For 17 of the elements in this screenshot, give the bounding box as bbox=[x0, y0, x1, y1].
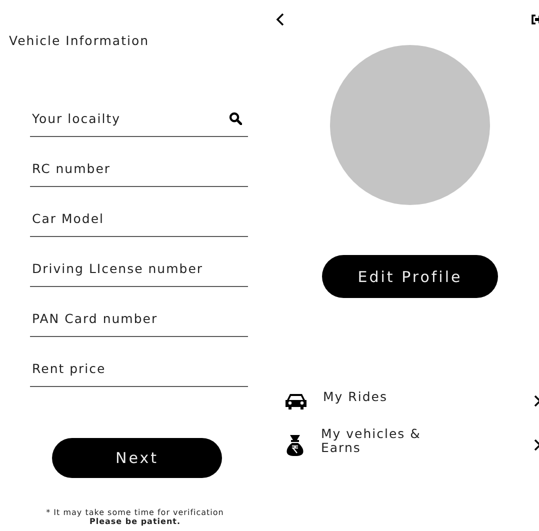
menu-item[interactable]: My Rides bbox=[323, 390, 534, 404]
edit-profile-button[interactable]: Edit Profile bbox=[322, 255, 498, 298]
input-field[interactable]: RC number bbox=[30, 150, 248, 187]
car-icon bbox=[285, 392, 307, 410]
input-field[interactable]: Rent price bbox=[30, 350, 248, 387]
patience-note: Please be patient. bbox=[88, 517, 182, 526]
money-bag-icon bbox=[285, 434, 305, 456]
input-field[interactable]: Driving LIcense number bbox=[30, 250, 248, 287]
search-icon[interactable] bbox=[229, 112, 242, 125]
menu-item[interactable]: My vehicles & Earns bbox=[321, 427, 534, 455]
back-icon[interactable] bbox=[276, 12, 284, 26]
next-button[interactable]: Next bbox=[52, 438, 222, 478]
input-field[interactable]: Car Model bbox=[30, 200, 248, 237]
input-field[interactable]: PAN Card number bbox=[30, 300, 248, 337]
search-field[interactable]: Your locailty bbox=[30, 100, 248, 137]
page-title: Vehicle Information bbox=[9, 33, 150, 48]
verification-note: * It may take some time for verification bbox=[45, 508, 225, 517]
